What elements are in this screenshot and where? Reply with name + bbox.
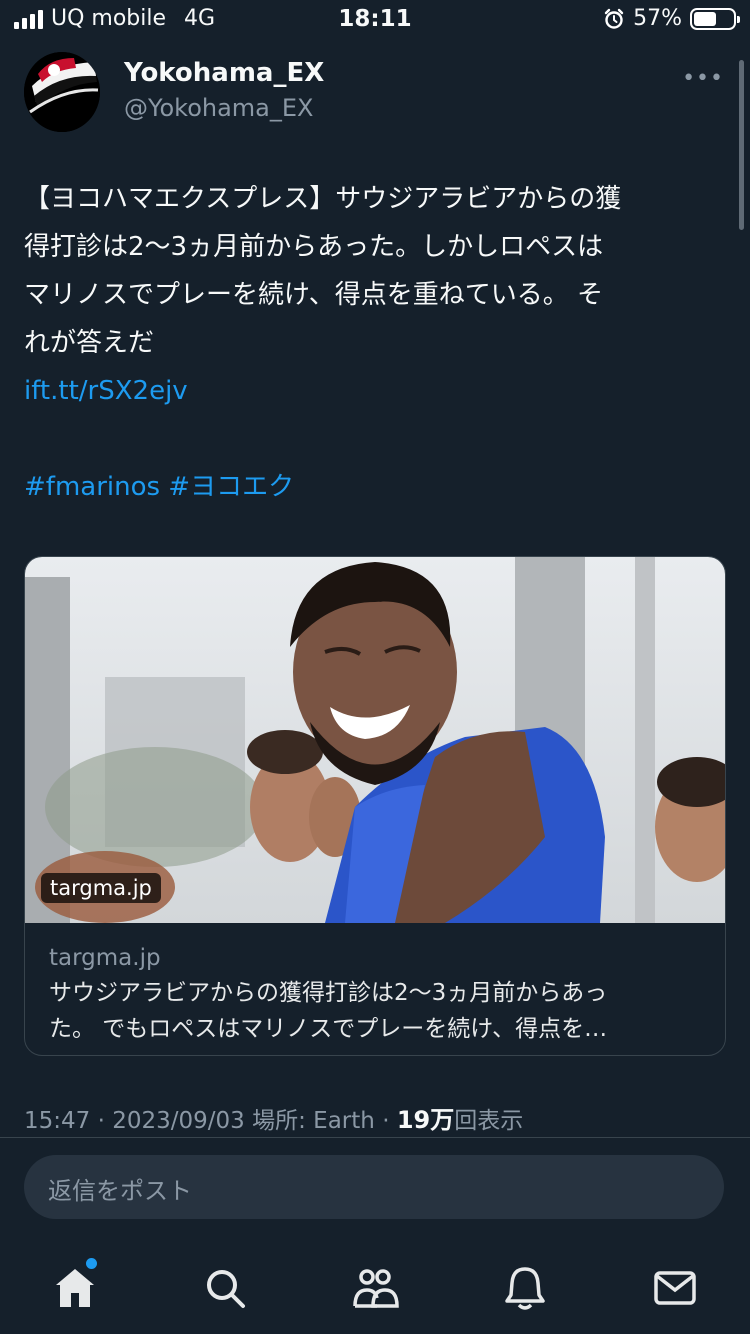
avatar-logo-image xyxy=(24,52,100,132)
search-icon xyxy=(207,1270,245,1308)
more-options-button[interactable]: ••• xyxy=(682,66,724,91)
card-domain: targma.jp xyxy=(49,945,161,971)
battery-level xyxy=(694,11,716,26)
tab-messages[interactable] xyxy=(645,1258,705,1318)
battery-percent: 57% xyxy=(633,6,682,31)
tweet-text-line: 得打診は2〜3ヵ月前からあった。しかしロペスは xyxy=(24,232,604,262)
communities-icon xyxy=(353,1269,399,1308)
card-domain-badge: targma.jp xyxy=(41,873,161,903)
home-notification-dot xyxy=(86,1258,97,1269)
link-card[interactable]: targma.jp targma.jp サウジアラビアからの獲得打診は2〜3ヵ月… xyxy=(24,556,726,1056)
alarm-icon xyxy=(604,8,624,29)
tweet-location: 場所: Earth xyxy=(252,1108,375,1134)
tweet-header: Yokohama_EX @Yokohama_EX ••• xyxy=(24,50,724,140)
tweet-meta: 15:47 · 2023/09/03 場所: Earth · 19万回表示 xyxy=(24,1100,523,1135)
tweet-text-line: 【ヨコハマエクスプレス】サウジアラビアからの獲 xyxy=(24,184,622,214)
views-count: 19万 xyxy=(396,1106,455,1134)
tweet-text-line: マリノスでプレーを続け、得点を重ねている。 そ xyxy=(24,280,603,310)
tweet-date: 2023/09/03 xyxy=(112,1108,245,1134)
user-handle[interactable]: @Yokohama_EX xyxy=(124,94,314,122)
messages-icon xyxy=(654,1271,696,1305)
card-image[interactable] xyxy=(25,557,725,923)
status-bar: UQ mobile 4G 18:11 57% xyxy=(0,0,750,44)
tab-notifications[interactable] xyxy=(495,1258,555,1318)
meta-separator: · xyxy=(382,1108,390,1134)
reply-placeholder: 返信をポスト xyxy=(48,1177,192,1205)
avatar[interactable] xyxy=(24,52,100,132)
scrollbar[interactable] xyxy=(739,60,744,230)
tweet-hashtags[interactable]: #fmarinos #ヨコエク xyxy=(24,463,724,511)
battery-icon xyxy=(690,7,740,30)
card-title-line: サウジアラビアからの獲得打診は2〜3ヵ月前からあっ xyxy=(49,980,608,1006)
tab-communities[interactable] xyxy=(345,1258,405,1318)
tweet-text: 【ヨコハマエクスプレス】サウジアラビアからの獲 得打診は2〜3ヵ月前からあった。… xyxy=(24,175,724,511)
card-title-line: た。 でもロペスはマリノスでプレーを続け、得点を… xyxy=(49,1016,608,1042)
card-meta: targma.jp サウジアラビアからの獲得打診は2〜3ヵ月前からあっ た。 で… xyxy=(49,941,709,1047)
reply-input[interactable]: 返信をポスト xyxy=(24,1155,724,1219)
home-icon xyxy=(56,1269,94,1307)
bottom-tab-bar xyxy=(0,1240,750,1334)
tweet-time: 15:47 xyxy=(24,1108,91,1134)
tab-home[interactable] xyxy=(45,1258,105,1318)
tweet-link[interactable]: ift.tt/rSX2ejv xyxy=(24,367,724,415)
views-label: 回表示 xyxy=(454,1108,524,1134)
tweet-text-line: れが答えだ xyxy=(24,328,155,358)
status-right: 57% xyxy=(603,6,740,31)
notifications-icon xyxy=(505,1267,545,1310)
display-name[interactable]: Yokohama_EX xyxy=(124,58,324,88)
meta-separator: · xyxy=(97,1108,105,1134)
tab-search[interactable] xyxy=(195,1258,255,1318)
divider xyxy=(0,1137,750,1138)
